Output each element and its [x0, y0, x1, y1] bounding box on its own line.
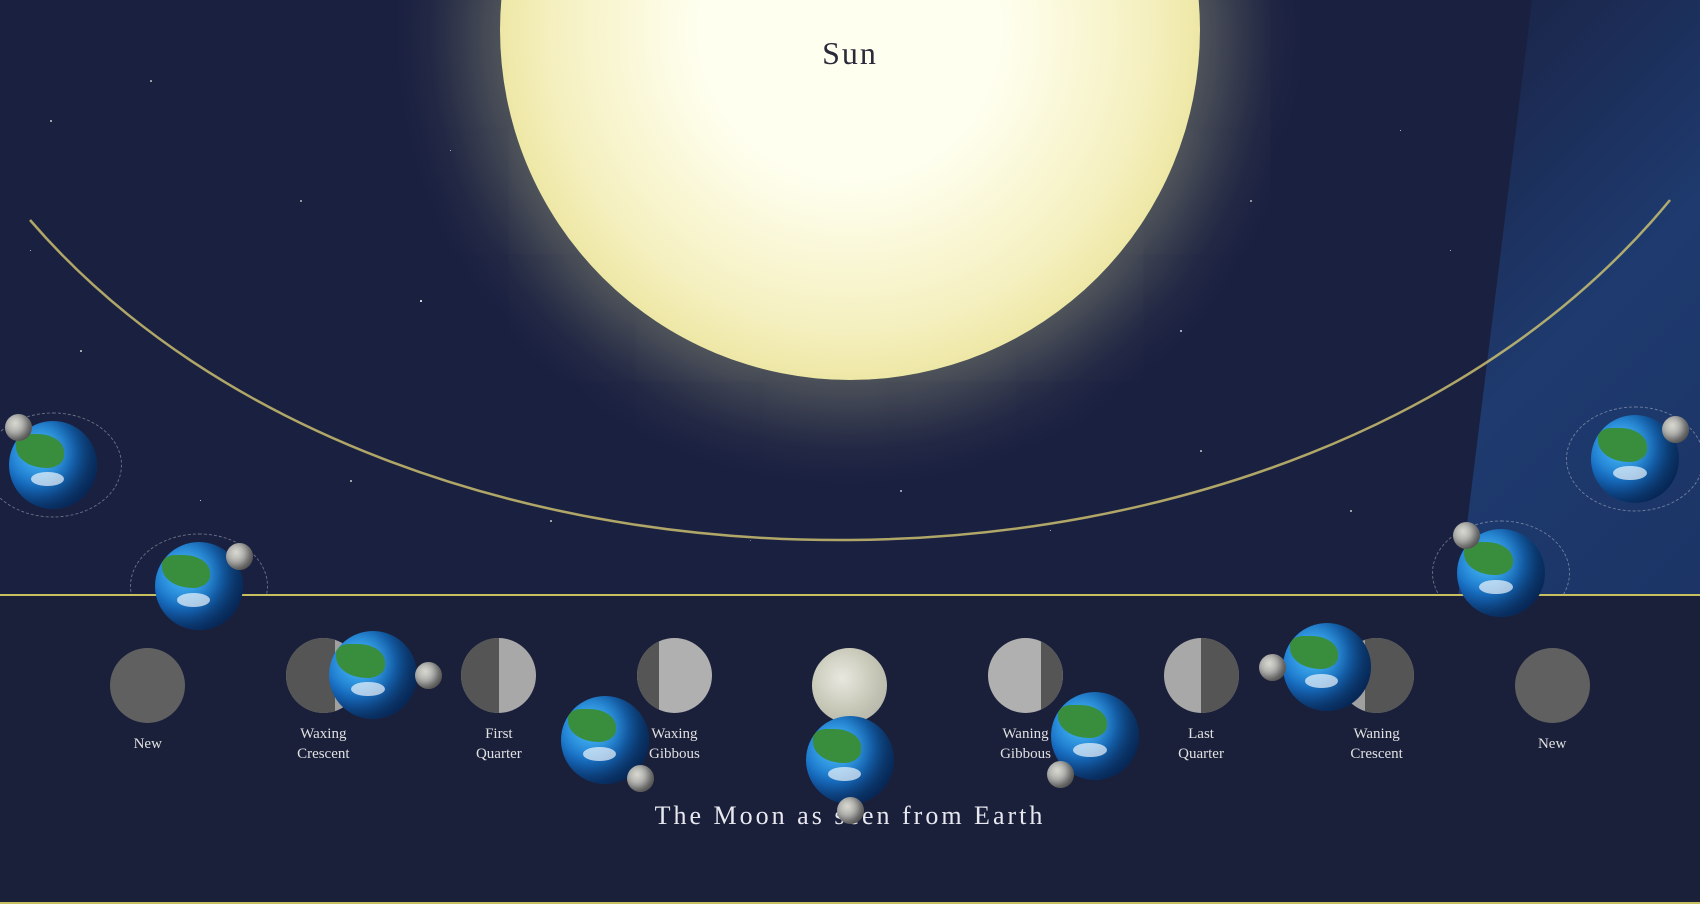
phase-moon-first-quarter — [461, 638, 536, 713]
phase-moon-full — [812, 648, 887, 723]
phase-moon-waxing-gibbous — [637, 638, 712, 713]
earth-system-9 — [1560, 384, 1700, 534]
moon-dot-1 — [5, 414, 32, 441]
star — [150, 80, 152, 82]
phase-item-first-quarter: FirstQuarter — [461, 638, 536, 764]
moon-dot-2 — [226, 543, 253, 570]
earth-globe-7 — [1283, 623, 1371, 711]
phase-label-first-quarter: FirstQuarter — [476, 725, 522, 764]
phase-moon-new1 — [110, 648, 185, 723]
phase-moon-new2 — [1515, 648, 1590, 723]
phase-item-new2: New — [1515, 648, 1590, 755]
phase-moon-waning-gibbous — [988, 638, 1063, 713]
phase-label-waning-crescent: WaningCrescent — [1350, 725, 1402, 764]
star — [1250, 200, 1252, 202]
moon-dot-6 — [1047, 761, 1074, 788]
phase-label-waxing-gibbous: WaxingGibbous — [649, 725, 700, 764]
earth-globe-5 — [806, 716, 894, 804]
phase-label-last-quarter: LastQuarter — [1178, 725, 1224, 764]
sun-label: Sun — [822, 35, 878, 72]
moon-dot-4 — [627, 765, 654, 792]
earth-globe-3 — [329, 631, 417, 719]
moon-dot-7 — [1259, 654, 1286, 681]
earths-row — [0, 220, 1700, 600]
phase-item-last-quarter: LastQuarter — [1164, 638, 1239, 764]
phase-label-waxing-crescent: WaxingCrescent — [297, 725, 349, 764]
star — [450, 150, 451, 151]
phase-moon-last-quarter — [1164, 638, 1239, 713]
phase-label-new1: New — [134, 735, 162, 755]
star — [1400, 130, 1401, 131]
earth-system-1 — [0, 390, 128, 540]
phase-label-waning-gibbous: WaningGibbous — [1000, 725, 1051, 764]
star — [300, 200, 302, 202]
moon-dot-5 — [837, 797, 864, 824]
phase-item-new1: New — [110, 648, 185, 755]
moon-dot-8 — [1453, 522, 1480, 549]
phase-label-new2: New — [1538, 735, 1566, 755]
star — [50, 120, 52, 122]
